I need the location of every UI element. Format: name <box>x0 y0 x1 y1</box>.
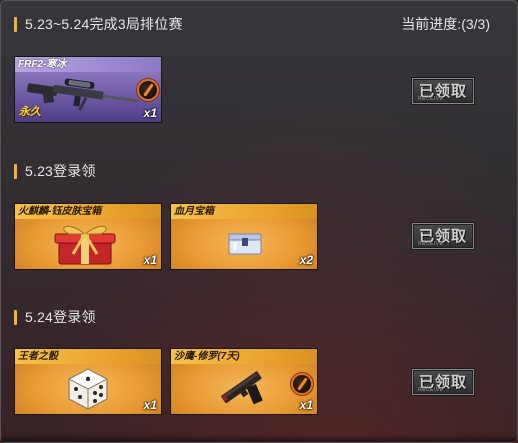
reward-item-blood-moon-chest[interactable]: 血月宝箱 x2 <box>170 203 318 270</box>
claimed-button[interactable]: 已领取 RECEIVE <box>412 223 474 249</box>
item-name: 沙鹰-修罗(7天) <box>171 349 317 364</box>
item-name: FRF2-寒冰 <box>15 57 161 72</box>
claimed-sublabel: RECEIVE <box>418 241 444 247</box>
progress-text: 当前进度:(3/3) <box>401 16 490 32</box>
section-header-day1: 5.23登录领 <box>14 160 96 182</box>
item-quantity: x1 <box>143 253 157 267</box>
item-name: 火麒麟-钰皮肤宝箱 <box>15 204 161 219</box>
currency-icon <box>137 79 159 101</box>
claimed-button[interactable]: 已领取 RECEIVE <box>412 369 474 395</box>
section-header-day2: 5.24登录领 <box>14 306 96 328</box>
permanent-badge: 永久 <box>19 106 41 118</box>
item-quantity: x1 <box>143 398 157 412</box>
claimed-button[interactable]: 已领取 RECEIVE <box>412 78 474 104</box>
crystal-chest-icon <box>228 233 262 255</box>
item-quantity: x1 <box>299 398 313 412</box>
claimed-sublabel: RECEIVE <box>418 96 444 102</box>
pistol-icon <box>221 371 263 405</box>
gift-box-icon <box>54 225 116 265</box>
currency-icon <box>291 373 313 395</box>
section-header-ranked: 5.23~5.24完成3局排位赛 <box>14 13 183 35</box>
reward-item-gift-box[interactable]: 火麒麟-钰皮肤宝箱 x1 <box>14 203 162 270</box>
section-title: 5.24登录领 <box>25 309 96 325</box>
item-name: 血月宝箱 <box>171 204 317 219</box>
section-title: 5.23登录领 <box>25 163 96 179</box>
claimed-sublabel: RECEIVE <box>418 387 444 393</box>
item-quantity: x2 <box>299 253 313 267</box>
dice-icon <box>67 368 109 410</box>
sniper-rifle-icon <box>27 78 139 111</box>
reward-item-frf2[interactable]: FRF2-寒冰 永久 x1 <box>14 56 162 123</box>
accent-bar <box>14 163 17 179</box>
section-title: 5.23~5.24完成3局排位赛 <box>25 16 183 32</box>
item-quantity: x1 <box>143 106 157 120</box>
item-name: 王者之骰 <box>15 349 161 364</box>
accent-bar <box>14 309 17 325</box>
reward-item-dice[interactable]: 王者之骰 x1 <box>14 348 162 415</box>
reward-item-desert-eagle[interactable]: 沙鹰-修罗(7天) x1 <box>170 348 318 415</box>
accent-bar <box>14 16 17 32</box>
